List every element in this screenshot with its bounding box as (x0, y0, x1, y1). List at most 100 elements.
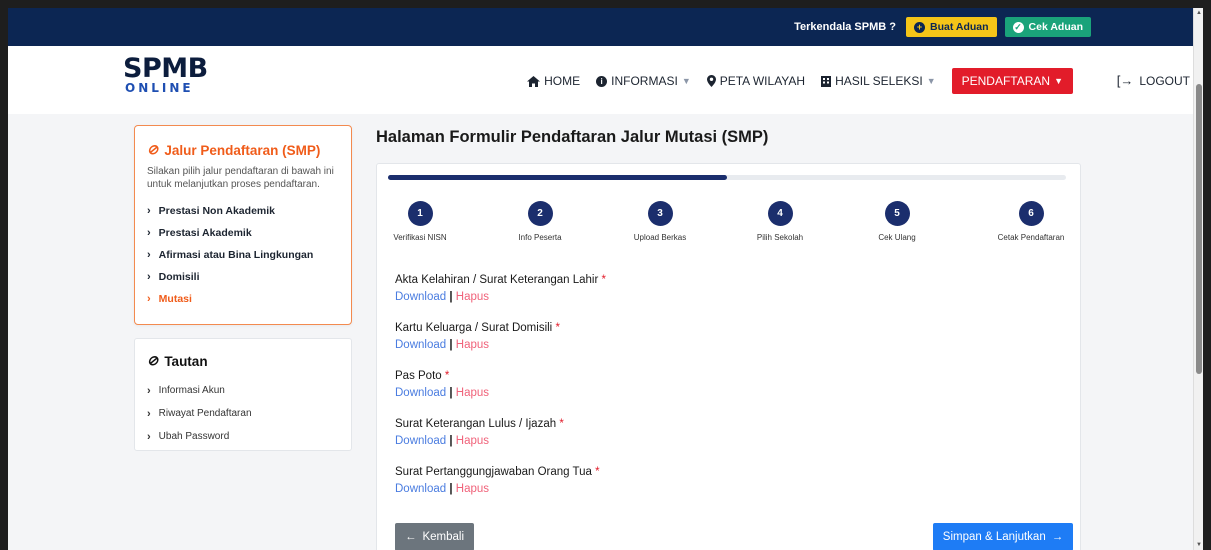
link-icon: ⊘ (147, 353, 159, 368)
info-icon: i (596, 75, 608, 87)
step-label: Pilih Sekolah (756, 233, 804, 242)
path-item-domicile[interactable]: › Domisili (147, 266, 339, 288)
chevron-right-icon: › (147, 293, 151, 305)
nav-map[interactable]: PETA WILAYAH (706, 74, 806, 88)
path-item-label: Prestasi Non Akademik (158, 205, 275, 217)
chevron-right-icon: › (147, 227, 151, 239)
nav-registration[interactable]: PENDAFTARAN ▼ (951, 68, 1073, 94)
scrollbar-thumb[interactable] (1196, 84, 1202, 374)
form-card: 1 Verifikasi NISN 2 Info Peserta 3 Upload B… (376, 163, 1081, 550)
document-item: Akta Kelahiran / Surat Keterangan Lahir … (395, 274, 606, 322)
document-name: Akta Kelahiran / Surat Keterangan Lahir (395, 274, 599, 286)
chevron-down-icon: ▼ (926, 76, 936, 86)
step-number: 1 (407, 201, 433, 226)
link-label: Riwayat Pendaftaran (158, 408, 252, 419)
path-item-label: Mutasi (158, 293, 192, 305)
download-link[interactable]: Download (395, 435, 446, 447)
map-marker-icon (706, 75, 716, 87)
document-item: Pas Poto * Download | Hapus (395, 370, 606, 418)
step-number: 4 (767, 201, 793, 226)
path-item-transfer[interactable]: › Mutasi (147, 288, 339, 310)
document-name: Pas Poto (395, 370, 442, 382)
step-3: 3 Upload Berkas (625, 201, 695, 242)
progress-bar (388, 175, 1066, 180)
logo-text-main: SPMB (123, 53, 208, 84)
registration-path-list: › Prestasi Non Akademik › Prestasi Akademi… (147, 200, 339, 310)
nav-home[interactable]: HOME (527, 74, 580, 88)
chevron-right-icon: › (147, 430, 151, 443)
link-label: Informasi Akun (158, 385, 225, 396)
create-complaint-label: Buat Aduan (930, 21, 989, 33)
arrow-right-icon: → (1051, 531, 1064, 543)
link-icon: ⊘ (147, 142, 159, 157)
check-complaint-button[interactable]: ✓ Cek Aduan (1004, 17, 1091, 37)
link-change-password[interactable]: › Ubah Password (147, 425, 339, 448)
chevron-down-icon: ▼ (681, 76, 691, 86)
nav-selection-result[interactable]: HASIL SELEKSI ▼ (821, 74, 936, 88)
registration-path-title: ⊘ Jalur Pendaftaran (SMP) (147, 142, 339, 158)
document-name: Kartu Keluarga / Surat Domisili (395, 322, 553, 334)
step-label: Info Peserta (518, 233, 562, 242)
browser-viewport: Terkendala SPMB ? + Buat Aduan ✓ Cek Adu… (8, 8, 1203, 550)
links-title: ⊘ Tautan (147, 353, 339, 369)
delete-link[interactable]: Hapus (456, 387, 489, 399)
link-account-info[interactable]: › Informasi Akun (147, 379, 339, 402)
download-link[interactable]: Download (395, 387, 446, 399)
required-mark: * (444, 370, 450, 382)
back-button[interactable]: ← Kembali (395, 523, 474, 550)
link-separator: | (449, 483, 453, 495)
create-complaint-button[interactable]: + Buat Aduan (906, 17, 997, 37)
progress-fill (388, 175, 727, 180)
path-item-affirmation[interactable]: › Afirmasi atau Bina Lingkungan (147, 244, 339, 266)
path-item-non-academic[interactable]: › Prestasi Non Akademik (147, 200, 339, 222)
page-scrollbar[interactable]: ▲ ▼ (1193, 8, 1203, 550)
step-indicator: 1 Verifikasi NISN 2 Info Peserta 3 Upload B… (388, 201, 1066, 246)
site-logo[interactable]: SPMB ONLINE (123, 53, 208, 94)
step-label: Verifikasi NISN (393, 233, 447, 242)
required-mark: * (555, 322, 560, 334)
download-link[interactable]: Download (395, 291, 446, 303)
logout-label: LOGOUT (1139, 73, 1190, 88)
step-number: 3 (647, 201, 673, 226)
chevron-right-icon: › (147, 205, 151, 217)
nav-home-label: HOME (544, 74, 581, 88)
top-bar: Terkendala SPMB ? + Buat Aduan ✓ Cek Adu… (8, 8, 1203, 46)
links-title-text: Tautan (164, 353, 208, 369)
save-continue-label: Simpan & Lanjutkan (942, 531, 1046, 543)
required-mark: * (595, 466, 600, 478)
delete-link[interactable]: Hapus (456, 291, 489, 303)
scroll-up-icon[interactable]: ▲ (1196, 10, 1202, 16)
caret-down-icon: ▼ (1054, 76, 1063, 86)
path-item-label: Prestasi Akademik (158, 227, 252, 239)
home-icon (527, 75, 541, 87)
download-link[interactable]: Download (395, 339, 446, 351)
download-link[interactable]: Download (395, 483, 446, 495)
document-item: Surat Pertanggungjawaban Orang Tua * Dow… (395, 466, 606, 514)
document-item: Kartu Keluarga / Surat Domisili * Downlo… (395, 322, 606, 370)
link-registration-history[interactable]: › Riwayat Pendaftaran (147, 402, 339, 425)
scroll-down-icon[interactable]: ▼ (1196, 542, 1202, 548)
registration-path-title-text: Jalur Pendaftaran (SMP) (164, 142, 321, 158)
chevron-right-icon: › (147, 249, 151, 261)
delete-link[interactable]: Hapus (456, 435, 489, 447)
save-continue-button[interactable]: Simpan & Lanjutkan → (933, 523, 1073, 550)
delete-link[interactable]: Hapus (456, 339, 489, 351)
step-number: 6 (1018, 201, 1044, 226)
link-separator: | (449, 435, 453, 447)
document-name: Surat Keterangan Lulus / Ijazah (395, 418, 557, 430)
nav-registration-label: PENDAFTARAN (961, 74, 1051, 88)
nav-map-label: PETA WILAYAH (719, 74, 806, 88)
delete-link[interactable]: Hapus (456, 483, 489, 495)
check-circle-icon: ✓ (1012, 21, 1024, 33)
logout-link[interactable]: [→ LOGOUT (1117, 73, 1190, 88)
plus-circle-icon: + (914, 21, 925, 33)
links-list: › Informasi Akun › Riwayat Pendaftaran › Ub… (147, 379, 339, 448)
path-item-academic[interactable]: › Prestasi Akademik (147, 222, 339, 244)
step-1: 1 Verifikasi NISN (385, 201, 455, 242)
arrow-left-icon: ← (404, 531, 417, 543)
nav-information[interactable]: i INFORMASI ▼ (596, 74, 691, 88)
step-4: 4 Pilih Sekolah (745, 201, 815, 242)
logout-icon: [→ (1116, 73, 1134, 88)
step-2: 2 Info Peserta (505, 201, 575, 242)
chevron-right-icon: › (147, 271, 151, 283)
